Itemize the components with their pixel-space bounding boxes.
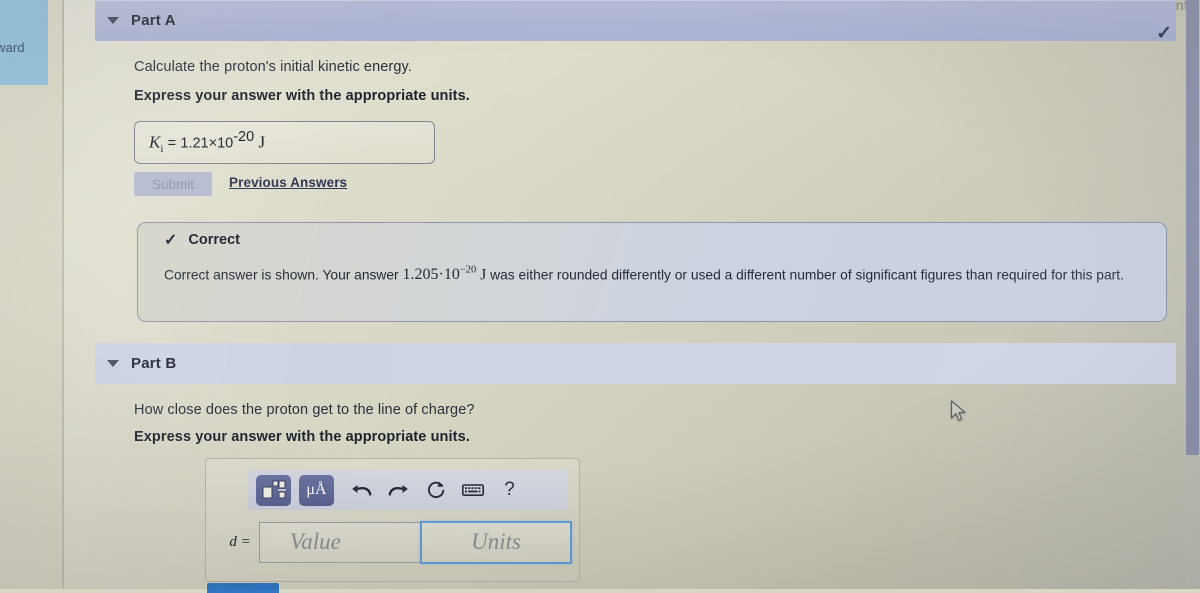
units-input[interactable]: Units bbox=[420, 520, 572, 564]
feedback-text-before: Correct answer is shown. Your answer bbox=[164, 267, 399, 283]
part-a-answer-display[interactable]: Ki = 1.21×10-20 J bbox=[134, 121, 435, 164]
answer-times: × bbox=[208, 136, 218, 153]
part-a-header[interactable]: Part A bbox=[95, 0, 1176, 41]
reset-icon[interactable] bbox=[417, 475, 454, 506]
undo-icon[interactable] bbox=[343, 475, 380, 506]
nav-highlight-chip[interactable]: ward bbox=[0, 0, 48, 85]
part-a-instruction: Express your answer with the appropriate… bbox=[134, 88, 470, 104]
answer-entry-toolbar: μÅ ? bbox=[248, 470, 568, 510]
feedback-value: 1.205·10−20 bbox=[402, 265, 477, 284]
part-a-feedback-box: ✓ Correct Correct answer is shown. Your … bbox=[137, 222, 1167, 322]
left-nav-panel bbox=[0, 0, 62, 589]
answer-base: 10 bbox=[217, 136, 234, 153]
answer-input-row: d = Value Units bbox=[216, 520, 572, 564]
assignment-content: Constants Part A ✓ Calculate the proton'… bbox=[64, 0, 1200, 593]
help-icon-label: ? bbox=[504, 479, 515, 500]
template-icon[interactable] bbox=[256, 474, 291, 506]
part-a-question: Calculate the proton's initial kinetic e… bbox=[134, 59, 412, 75]
part-b-title: Part B bbox=[131, 355, 177, 372]
part-b-submit-button[interactable] bbox=[207, 583, 279, 593]
feedback-status-label: Correct bbox=[188, 232, 240, 248]
units-icon[interactable]: μÅ bbox=[299, 474, 334, 506]
units-icon-label: μÅ bbox=[306, 481, 327, 498]
part-a-complete-check-icon: ✓ bbox=[1156, 23, 1172, 44]
part-a-previous-answers-link[interactable]: Previous Answers bbox=[229, 175, 347, 190]
value-input[interactable]: Value bbox=[258, 521, 421, 563]
keyboard-icon[interactable] bbox=[454, 475, 491, 506]
answer-symbol: K bbox=[149, 133, 161, 153]
feedback-text: Correct answer is shown. Your answer 1.2… bbox=[164, 264, 1146, 286]
answer-equals: = bbox=[167, 136, 177, 153]
variable-label: d = bbox=[229, 533, 251, 550]
answer-unit: J bbox=[258, 133, 266, 153]
feedback-text-after: was either rounded differently or used a… bbox=[490, 267, 1124, 283]
part-b-question: How close does the proton get to the lin… bbox=[134, 402, 475, 418]
redo-icon[interactable] bbox=[380, 475, 417, 506]
vertical-scrollbar-thumb[interactable] bbox=[1186, 0, 1199, 455]
part-b-answer-widget: μÅ ? d = Value Units bbox=[205, 458, 580, 582]
screen-surface: ward Constants Part A ✓ Calculate the pr… bbox=[0, 0, 1200, 593]
help-icon[interactable]: ? bbox=[491, 475, 528, 506]
feedback-header: ✓ Correct bbox=[164, 230, 240, 250]
value-placeholder: Value bbox=[289, 529, 341, 554]
part-b-instruction: Express your answer with the appropriate… bbox=[134, 429, 470, 445]
caret-down-icon[interactable] bbox=[107, 17, 119, 24]
feedback-value-exponent: −20 bbox=[459, 265, 477, 276]
answer-mantissa: 1.21 bbox=[180, 136, 209, 153]
answer-subscript: i bbox=[160, 143, 164, 156]
part-a-answer-expression: Ki = 1.21×10-20 J bbox=[135, 129, 265, 155]
nav-chip-label: ward bbox=[0, 39, 25, 55]
part-b-header[interactable]: Part B bbox=[95, 343, 1176, 384]
part-a-submit-button[interactable]: Submit bbox=[134, 172, 212, 196]
answer-exponent: -20 bbox=[233, 129, 255, 146]
units-placeholder: Units bbox=[471, 529, 521, 554]
check-icon: ✓ bbox=[164, 232, 178, 249]
feedback-value-unit: J bbox=[480, 266, 487, 284]
feedback-value-mantissa: 1.205·10 bbox=[402, 266, 460, 284]
caret-down-icon[interactable] bbox=[107, 360, 119, 367]
part-a-title: Part A bbox=[131, 12, 176, 29]
mouse-cursor bbox=[950, 400, 968, 429]
vertical-scrollbar-track[interactable] bbox=[1185, 0, 1200, 589]
